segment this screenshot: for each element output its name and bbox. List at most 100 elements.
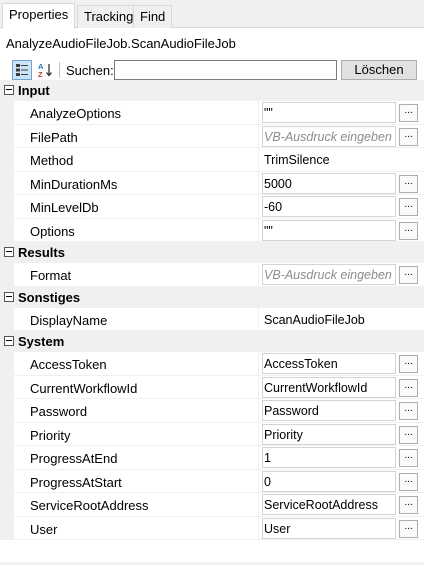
- expression-editor-button[interactable]: ...: [399, 266, 418, 284]
- expression-editor-button[interactable]: ...: [399, 472, 418, 491]
- column-divider[interactable]: [258, 195, 259, 219]
- property-value[interactable]: 0: [264, 475, 271, 489]
- property-row-minleveldb[interactable]: MinLevelDb -60...: [0, 195, 424, 219]
- clear-search-button[interactable]: Löschen: [341, 60, 417, 80]
- column-divider[interactable]: [258, 399, 259, 423]
- row-gutter: [0, 516, 14, 540]
- alphabetical-sort-button[interactable]: A Z: [36, 60, 56, 80]
- property-row-mindurationms[interactable]: MinDurationMs 5000...: [0, 171, 424, 195]
- property-value[interactable]: VB-Ausdruck eingeben: [264, 268, 392, 282]
- property-row-servicerootaddress[interactable]: ServiceRootAddress ServiceRootAddress...: [0, 493, 424, 517]
- property-row-format[interactable]: Format VB-Ausdruck eingeben...: [0, 263, 424, 287]
- property-row-priority[interactable]: Priority Priority...: [0, 422, 424, 446]
- search-label: Suchen:: [66, 63, 114, 78]
- expression-editor-button[interactable]: ...: [399, 127, 418, 146]
- property-name: MinLevelDb: [30, 200, 99, 215]
- tab-find[interactable]: Find: [133, 5, 173, 28]
- toolbar-separator: [59, 62, 60, 78]
- sort-alphabetical-icon: A Z: [38, 62, 52, 78]
- expression-editor-button[interactable]: ...: [399, 402, 418, 420]
- property-value-box[interactable]: [262, 219, 396, 241]
- property-value[interactable]: User: [264, 522, 290, 536]
- property-row-filepath[interactable]: FilePath VB-Ausdruck eingeben...: [0, 124, 424, 148]
- collapse-toggle-icon[interactable]: [4, 336, 14, 346]
- column-divider[interactable]: [258, 307, 259, 331]
- column-divider[interactable]: [258, 218, 259, 242]
- property-value[interactable]: "": [264, 106, 273, 120]
- row-gutter: [0, 399, 14, 423]
- column-divider[interactable]: [258, 493, 259, 517]
- property-name: Method: [30, 153, 74, 168]
- column-divider[interactable]: [258, 469, 259, 493]
- property-value[interactable]: CurrentWorkflowId: [264, 381, 367, 395]
- property-row-currentworkflowid[interactable]: CurrentWorkflowId CurrentWorkflowId...: [0, 375, 424, 399]
- property-row-accesstoken[interactable]: AccessToken AccessToken...: [0, 352, 424, 376]
- collapse-toggle-icon[interactable]: [4, 85, 14, 95]
- property-value[interactable]: -60: [264, 200, 282, 214]
- property-row-method[interactable]: Method TrimSilence: [0, 148, 424, 172]
- property-value[interactable]: 5000: [264, 177, 292, 191]
- property-value[interactable]: ScanAudioFileJob: [264, 313, 365, 327]
- column-divider[interactable]: [258, 352, 259, 376]
- property-row-user[interactable]: User User...: [0, 516, 424, 540]
- property-value-box[interactable]: [262, 196, 396, 217]
- expression-editor-button[interactable]: ...: [399, 198, 418, 216]
- expression-editor-button[interactable]: ...: [399, 378, 418, 397]
- property-row-progressatstart[interactable]: ProgressAtStart 0...: [0, 469, 424, 493]
- column-divider[interactable]: [258, 124, 259, 148]
- object-title: AnalyzeAudioFileJob.ScanAudioFileJob: [6, 36, 236, 51]
- property-value-box[interactable]: [262, 447, 396, 468]
- row-gutter: [0, 171, 14, 195]
- expression-editor-button[interactable]: ...: [399, 496, 418, 514]
- property-name: AnalyzeOptions: [30, 106, 122, 121]
- category-label: Input: [18, 83, 50, 98]
- tab-tracking[interactable]: Tracking: [77, 5, 141, 28]
- expression-editor-button[interactable]: ...: [399, 174, 418, 193]
- search-input[interactable]: [114, 60, 337, 80]
- column-divider[interactable]: [258, 375, 259, 399]
- column-divider[interactable]: [258, 171, 259, 195]
- property-value[interactable]: "": [264, 224, 273, 238]
- property-value-box[interactable]: [262, 102, 396, 123]
- expression-editor-button[interactable]: ...: [399, 355, 418, 373]
- row-gutter: [0, 195, 14, 219]
- property-value[interactable]: 1: [264, 451, 271, 465]
- svg-text:Z: Z: [38, 70, 43, 78]
- property-row-progressatend[interactable]: ProgressAtEnd 1...: [0, 446, 424, 470]
- property-name: ProgressAtStart: [30, 474, 122, 490]
- column-divider[interactable]: [258, 446, 259, 470]
- collapse-toggle-icon[interactable]: [4, 291, 14, 302]
- categorized-view-button[interactable]: [12, 60, 32, 80]
- expression-editor-button[interactable]: ...: [399, 221, 418, 240]
- property-name: ServiceRootAddress: [30, 498, 149, 513]
- property-value[interactable]: AccessToken: [264, 357, 338, 371]
- expression-editor-button[interactable]: ...: [399, 449, 418, 467]
- property-row-analyzeoptions[interactable]: AnalyzeOptions ""...: [0, 101, 424, 125]
- tab-properties[interactable]: Properties: [2, 3, 76, 29]
- property-row-password[interactable]: Password Password...: [0, 399, 424, 423]
- column-divider[interactable]: [258, 263, 259, 287]
- row-gutter: [0, 446, 14, 470]
- category-label: System: [18, 334, 65, 349]
- column-divider[interactable]: [258, 148, 259, 172]
- category-sonstiges: Sonstiges: [0, 286, 424, 308]
- category-label: Results: [18, 245, 65, 260]
- property-value-box[interactable]: [262, 470, 396, 492]
- property-grid: Input AnalyzeOptions ""... FilePath VB-Ausdr…: [0, 80, 424, 540]
- property-value[interactable]: TrimSilence: [264, 153, 330, 167]
- collapse-toggle-icon[interactable]: [4, 247, 14, 257]
- column-divider[interactable]: [258, 516, 259, 540]
- property-value[interactable]: ServiceRootAddress: [264, 498, 378, 512]
- property-row-displayname[interactable]: DisplayName ScanAudioFileJob: [0, 307, 424, 331]
- column-divider[interactable]: [258, 422, 259, 446]
- expression-editor-button[interactable]: ...: [399, 104, 418, 122]
- property-value[interactable]: Password: [264, 404, 319, 418]
- row-gutter: [0, 307, 14, 331]
- property-value[interactable]: Priority: [264, 428, 303, 442]
- property-value[interactable]: VB-Ausdruck eingeben: [264, 130, 392, 144]
- property-row-options[interactable]: Options ""...: [0, 218, 424, 242]
- property-name: DisplayName: [30, 312, 108, 328]
- expression-editor-button[interactable]: ...: [399, 425, 418, 444]
- expression-editor-button[interactable]: ...: [399, 519, 418, 538]
- column-divider[interactable]: [258, 101, 259, 125]
